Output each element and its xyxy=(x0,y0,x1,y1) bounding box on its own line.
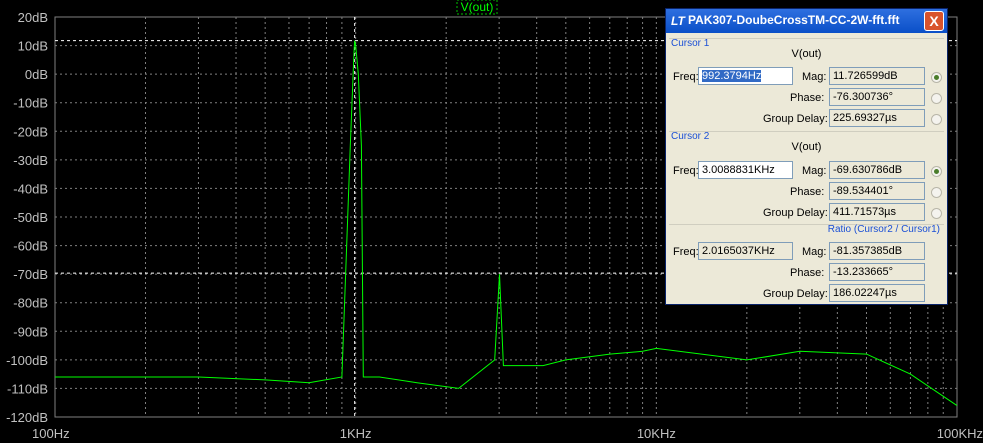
y-tick-label: 10dB xyxy=(18,39,48,54)
y-tick-label: -70dB xyxy=(13,267,48,282)
cursor2-freq-label: Freq: xyxy=(673,165,699,177)
cursor2-mag-radio[interactable] xyxy=(931,166,942,177)
ltspice-logo-icon: LT xyxy=(671,14,685,28)
y-tick-label: -60dB xyxy=(13,239,48,254)
cursor2-freq-field[interactable]: 3.0088831KHz xyxy=(698,161,793,179)
cursor1-mag-radio[interactable] xyxy=(931,72,942,83)
cursor2-mag-label: Mag: xyxy=(802,165,827,177)
cursor2-phase-radio[interactable] xyxy=(931,187,942,198)
cursor1-phase-label: Phase: xyxy=(790,92,825,104)
x-tick-label: 1KHz xyxy=(340,426,372,441)
y-tick-label: -90dB xyxy=(13,324,48,339)
ratio-mag-label: Mag: xyxy=(802,246,827,258)
cursor2-phase-field: -89.534401° xyxy=(829,182,925,200)
y-tick-label: -80dB xyxy=(13,296,48,311)
cursor1-freq-label: Freq: xyxy=(673,71,699,83)
cursor1-mag-field: 11.726599dB xyxy=(829,67,925,85)
cursor1-group: Cursor 1 V(out) Freq: 992.3794Hz Mag: 11… xyxy=(669,38,944,133)
cursor1-gd-label: Group Delay: xyxy=(763,113,828,125)
x-tick-label: 100KHz xyxy=(937,426,983,441)
close-button[interactable]: X xyxy=(924,11,944,31)
y-tick-label: -10dB xyxy=(13,96,48,111)
ratio-phase-label: Phase: xyxy=(790,267,825,279)
cursor1-mag-label: Mag: xyxy=(802,71,827,83)
ratio-gd-field: 186.02247µs xyxy=(829,284,925,302)
y-tick-label: -30dB xyxy=(13,153,48,168)
dialog-title: PAK307-DoubeCrossTM-CC-2W-fft.fft xyxy=(688,13,900,27)
cursor1-phase-field: -76.300736° xyxy=(829,88,925,106)
cursor2-gd-label: Group Delay: xyxy=(763,207,828,219)
x-tick-label: 100Hz xyxy=(32,426,70,441)
y-tick-label: -20dB xyxy=(13,124,48,139)
ratio-gd-label: Group Delay: xyxy=(763,288,828,300)
cursor2-group: Cursor 2 V(out) Freq: 3.0088831KHz Mag: … xyxy=(669,131,944,225)
cursor2-gd-radio[interactable] xyxy=(931,208,942,219)
ratio-phase-field: -13.233665° xyxy=(829,263,925,281)
ratio-group: Ratio (Cursor2 / Cursor1) Freq: 2.016503… xyxy=(669,224,944,303)
ratio-freq-label: Freq: xyxy=(673,246,699,258)
cursor2-signal: V(out) xyxy=(791,141,822,153)
x-tick-label: 10KHz xyxy=(637,426,676,441)
ratio-group-label: Ratio (Cursor2 / Cursor1) xyxy=(827,224,940,235)
cursor2-mag-field: -69.630786dB xyxy=(829,161,925,179)
cursor-dialog[interactable]: LT PAK307-DoubeCrossTM-CC-2W-fft.fft X C… xyxy=(665,8,948,305)
y-tick-label: -40dB xyxy=(13,181,48,196)
ratio-freq-field: 2.0165037KHz xyxy=(698,242,793,260)
y-tick-label: -100dB xyxy=(6,353,48,368)
cursor1-signal: V(out) xyxy=(791,48,822,60)
y-tick-label: -120dB xyxy=(6,410,48,425)
trace-title[interactable]: V(out) xyxy=(461,0,494,14)
y-tick-label: -50dB xyxy=(13,210,48,225)
cursor1-phase-radio[interactable] xyxy=(931,93,942,104)
dialog-titlebar[interactable]: LT PAK307-DoubeCrossTM-CC-2W-fft.fft X xyxy=(666,9,947,33)
cursor2-gd-field: 411.71573µs xyxy=(829,203,925,221)
y-tick-label: 0dB xyxy=(25,67,48,82)
cursor1-gd-field: 225.69327µs xyxy=(829,109,925,127)
cursor1-gd-radio[interactable] xyxy=(931,114,942,125)
y-tick-label: -110dB xyxy=(7,381,48,396)
cursor2-phase-label: Phase: xyxy=(790,186,825,198)
ratio-mag-field: -81.357385dB xyxy=(829,242,925,260)
y-tick-label: 20dB xyxy=(18,10,48,25)
cursor1-freq-field[interactable]: 992.3794Hz xyxy=(698,67,793,85)
